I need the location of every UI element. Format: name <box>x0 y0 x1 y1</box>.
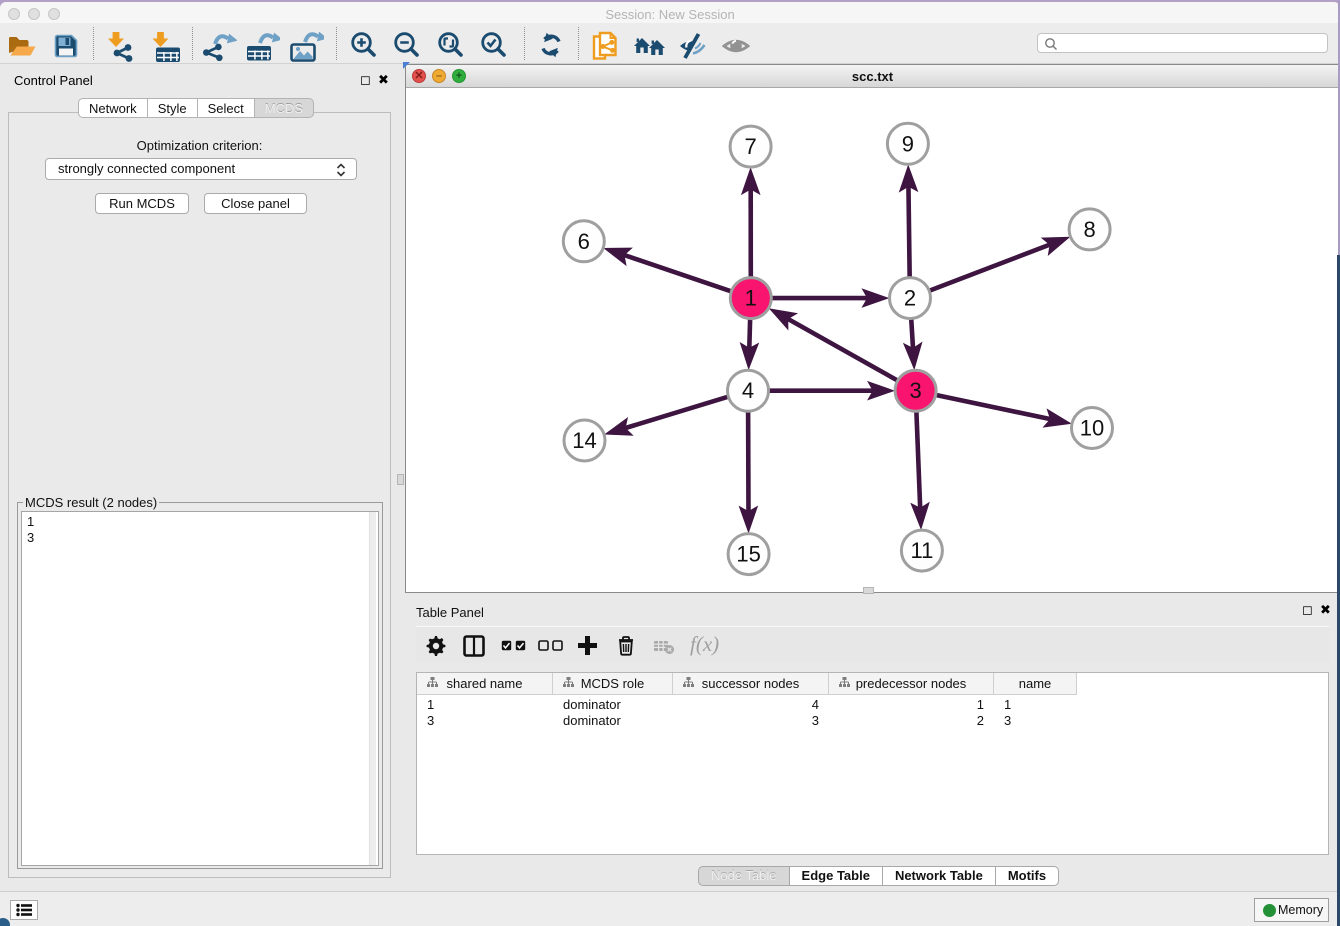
svg-text:4: 4 <box>742 378 754 403</box>
svg-text:14: 14 <box>572 428 596 453</box>
svg-text:2: 2 <box>904 286 916 311</box>
svg-text:3: 3 <box>909 378 921 403</box>
svg-text:8: 8 <box>1083 217 1095 242</box>
svg-text:9: 9 <box>902 131 914 156</box>
svg-text:1: 1 <box>745 286 757 311</box>
svg-text:7: 7 <box>744 134 756 159</box>
svg-text:10: 10 <box>1080 416 1104 441</box>
svg-text:15: 15 <box>736 542 760 567</box>
svg-text:11: 11 <box>910 538 933 563</box>
svg-text:6: 6 <box>578 229 590 254</box>
